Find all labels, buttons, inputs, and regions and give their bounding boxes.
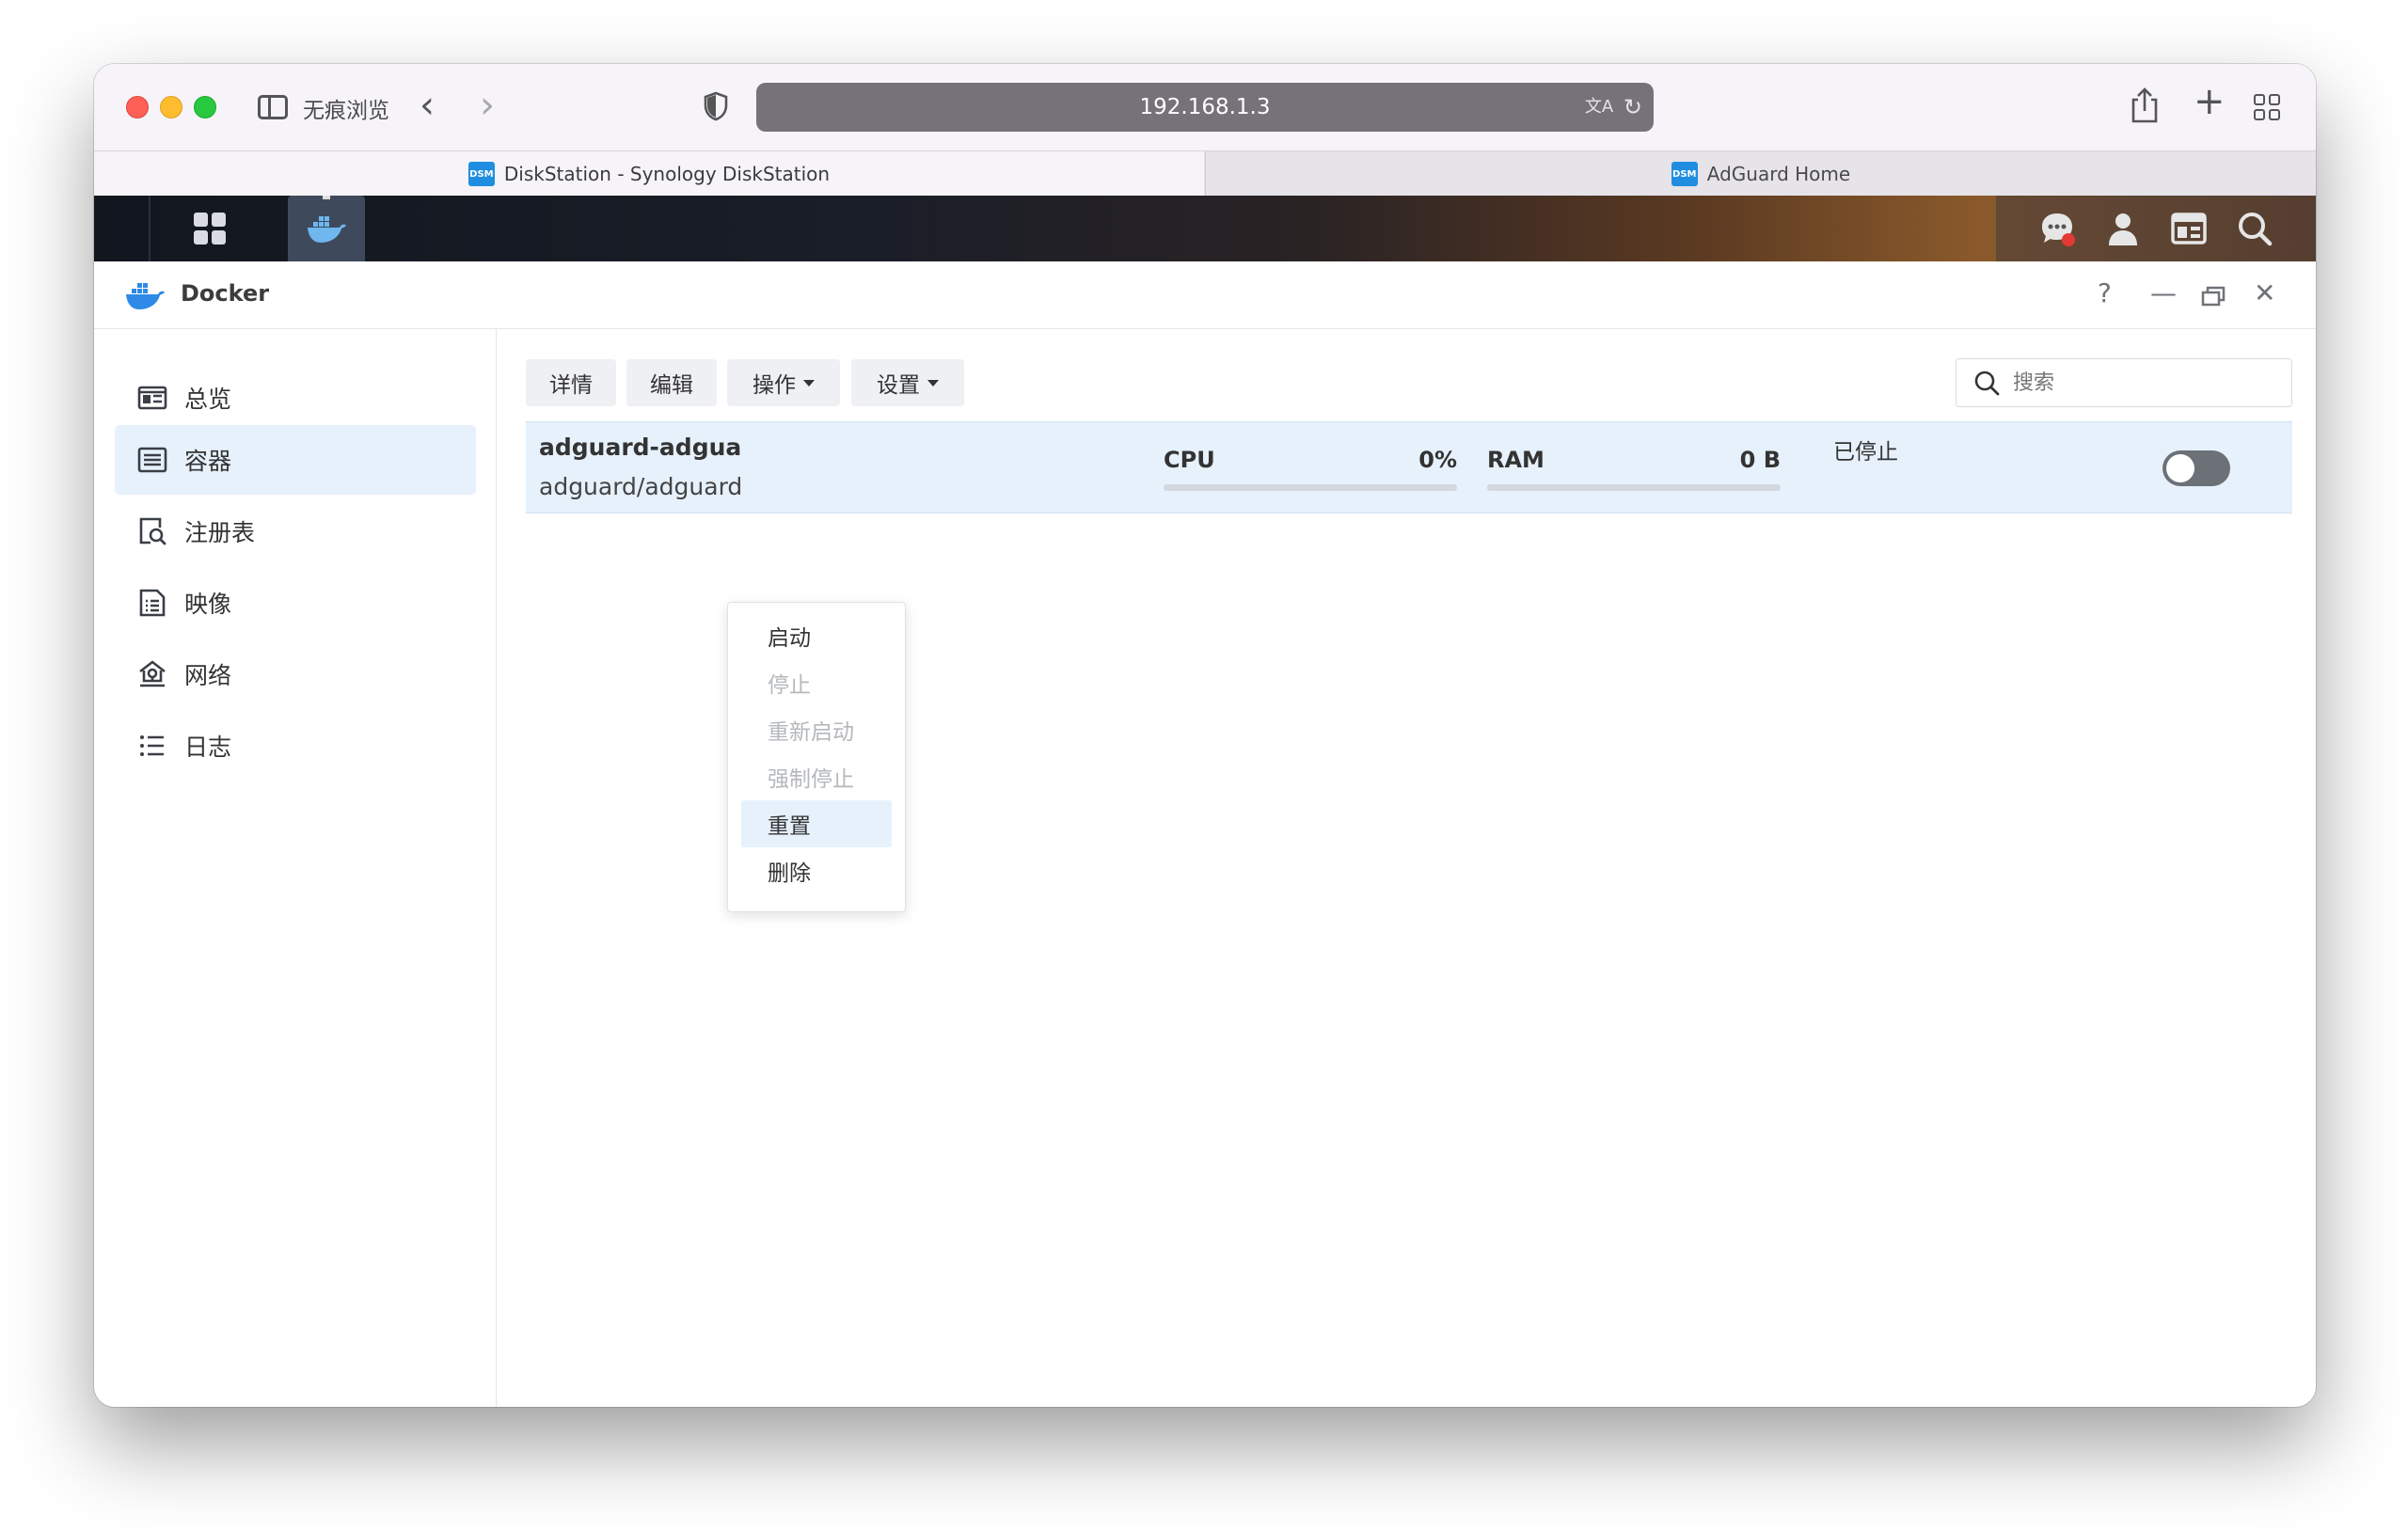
main-menu-icon [194, 213, 226, 245]
action-dropdown-button[interactable]: 操作 [727, 359, 840, 406]
container-row[interactable]: adguard-adgua adguard/adguard CPU 0% RAM… [526, 421, 2292, 513]
browser-window: 无痕浏览 ‹ › 192.168.1.3 文A ↻ + DSM DiskStat… [94, 64, 2316, 1407]
details-button-label: 详情 [549, 373, 593, 398]
tab-overview-icon[interactable] [2254, 94, 2280, 120]
cpu-label: CPU [1164, 447, 1215, 473]
log-icon [140, 735, 164, 756]
action-button-label: 操作 [752, 373, 796, 398]
sidebar-item-label: 容器 [184, 448, 232, 475]
address-text: 192.168.1.3 [1139, 95, 1271, 119]
sidebar-item-network[interactable]: 网络 [115, 639, 476, 709]
sidebar: 总览 容器 注册表 映像 网络 日志 [94, 329, 497, 1407]
app-title: Docker [181, 280, 270, 307]
forward-arrow-icon[interactable]: › [480, 87, 495, 124]
container-name: adguard-adgua [539, 434, 742, 461]
tab-bar: DSM DiskStation - Synology DiskStation D… [94, 150, 2316, 197]
tab-adguard-home[interactable]: DSM AdGuard Home [1205, 151, 2316, 197]
chevron-down-icon [803, 379, 815, 387]
menu-item-reset[interactable]: 重置 [741, 800, 892, 847]
tab-diskstation[interactable]: DSM DiskStation - Synology DiskStation [94, 151, 1204, 197]
network-icon [139, 660, 166, 687]
notification-icon[interactable] [2038, 210, 2076, 247]
sidebar-item-label: 注册表 [184, 519, 256, 546]
action-menu: 启动 停止 重新启动 强制停止 重置 删除 [727, 602, 906, 912]
main-menu-button[interactable] [150, 196, 269, 261]
menu-item-restart[interactable]: 重新启动 [741, 706, 892, 753]
sidebar-item-label: 映像 [184, 591, 232, 618]
ram-usage-bar [1487, 484, 1781, 491]
dsm-favicon-icon: DSM [467, 162, 495, 186]
container-power-toggle[interactable] [2162, 450, 2230, 486]
chevron-down-icon [927, 379, 939, 387]
browser-toolbar: 无痕浏览 ‹ › 192.168.1.3 文A ↻ + [94, 64, 2316, 150]
toggle-knob [2166, 454, 2194, 482]
menu-item-stop[interactable]: 停止 [741, 659, 892, 706]
shield-icon[interactable] [704, 91, 728, 121]
private-browsing-label: 无痕浏览 [303, 99, 389, 123]
translate-icon[interactable]: 文A [1584, 95, 1614, 119]
menu-item-delete[interactable]: 删除 [741, 847, 892, 894]
close-icon[interactable]: ✕ [2254, 276, 2275, 310]
sidebar-item-label: 网络 [184, 662, 232, 689]
address-bar[interactable]: 192.168.1.3 文A ↻ [756, 83, 1654, 132]
widgets-icon[interactable] [2170, 210, 2208, 247]
search-field[interactable] [1956, 358, 2292, 407]
edit-button[interactable]: 编辑 [626, 359, 717, 406]
docker-whale-icon [308, 216, 346, 243]
image-icon [139, 589, 166, 617]
container-image: adguard/adguard [539, 473, 743, 500]
user-icon[interactable] [2104, 210, 2142, 247]
close-window-button[interactable] [126, 96, 149, 118]
dsm-taskbar [94, 196, 2316, 261]
help-button[interactable]: ? [2098, 276, 2112, 310]
menu-item-start[interactable]: 启动 [741, 612, 892, 659]
search-icon [1974, 371, 2000, 396]
reload-icon[interactable]: ↻ [1624, 94, 1642, 120]
cpu-value: 0% [1418, 447, 1457, 473]
restore-icon[interactable] [2201, 286, 2226, 307]
menu-item-force-stop[interactable]: 强制停止 [741, 753, 892, 800]
status-badge: 已停止 [1833, 440, 1898, 465]
edit-button-label: 编辑 [650, 373, 693, 398]
minimize-icon[interactable]: — [2150, 276, 2177, 310]
docker-logo-icon [126, 283, 165, 309]
tab-title: DiskStation - Synology DiskStation [503, 163, 831, 185]
settings-dropdown-button[interactable]: 设置 [851, 359, 964, 406]
new-tab-icon[interactable]: + [2194, 83, 2226, 120]
search-input[interactable] [2013, 371, 2276, 395]
sidebar-item-image[interactable]: 映像 [115, 568, 476, 638]
docker-task-button[interactable] [288, 196, 365, 261]
overview-icon [137, 386, 167, 410]
sidebar-item-overview[interactable]: 总览 [115, 363, 476, 433]
sidebar-item-log[interactable]: 日志 [115, 711, 476, 781]
sidebar-item-container[interactable]: 容器 [115, 425, 476, 495]
details-button[interactable]: 详情 [526, 359, 616, 406]
task-indicator [323, 196, 330, 199]
search-icon[interactable] [2236, 210, 2273, 247]
share-icon[interactable] [2130, 87, 2160, 124]
back-arrow-icon[interactable]: ‹ [420, 87, 435, 124]
sidebar-item-label: 总览 [184, 386, 232, 413]
dsm-favicon-icon: DSM [1671, 162, 1698, 186]
sidebar-toggle-icon[interactable] [258, 95, 288, 119]
registry-icon [139, 517, 166, 545]
sidebar-item-label: 日志 [184, 734, 232, 761]
settings-button-label: 设置 [877, 373, 920, 398]
sidebar-item-registry[interactable]: 注册表 [115, 497, 476, 566]
container-icon [137, 447, 167, 473]
docker-app-window: Docker ? — ✕ 总览 容器 注册表 映像 网络 日志 详情 编辑 操作… [94, 261, 2316, 1407]
tab-title: AdGuard Home [1706, 163, 1851, 185]
zoom-window-button[interactable] [194, 96, 216, 118]
ram-label: RAM [1487, 447, 1545, 473]
app-header: Docker ? — ✕ [94, 261, 2316, 329]
minimize-window-button[interactable] [160, 96, 182, 118]
ram-value: 0 B [1739, 447, 1781, 473]
cpu-usage-bar [1164, 484, 1457, 491]
taskbar-right-area [1996, 196, 2316, 261]
